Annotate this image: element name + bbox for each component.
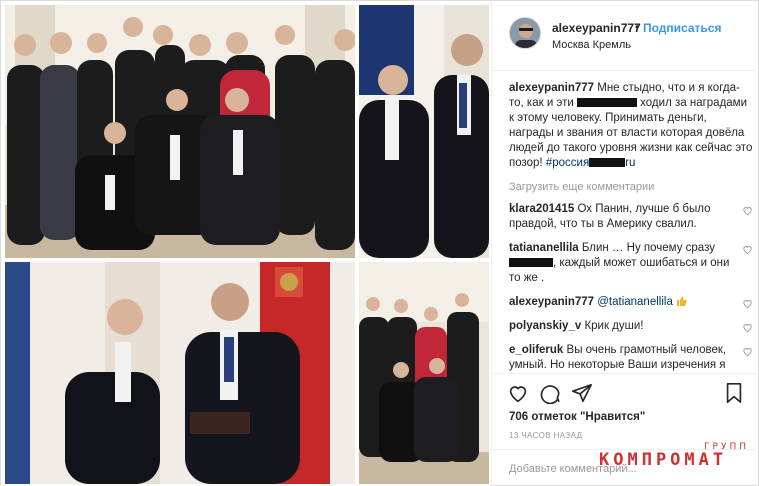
comment-icon[interactable] (539, 382, 561, 404)
thumbs-up-icon (677, 296, 687, 306)
group-photo (5, 5, 355, 258)
likes-count[interactable]: 706 отметок "Нравится" (509, 411, 645, 423)
heart-icon[interactable] (742, 244, 753, 255)
post-actions-bar (492, 373, 759, 409)
load-more-comments-button[interactable]: Загрузить еще комментарии (509, 181, 753, 193)
post-caption: alexeypanin777 Мне стыдно, что и я когда… (509, 81, 753, 171)
comment-username[interactable]: e_oliferuk (509, 344, 563, 356)
comment-text: Блин … Ну почему сразу (581, 242, 715, 254)
comment-username[interactable]: polyanskiy_v (509, 320, 581, 332)
comment-text: Крик души! (584, 320, 644, 332)
post-photo-collage[interactable] (1, 1, 490, 486)
heart-icon[interactable] (507, 382, 529, 404)
comment-mention[interactable]: @tatiananellila (597, 296, 673, 308)
post-side-panel: alexeypanin777 • Подписаться Москва Крем… (491, 1, 759, 486)
caption-hashtag-tail[interactable]: ru (625, 157, 635, 169)
comment-item: tatiananellila Блин … Ну почему сразу , … (509, 241, 753, 286)
award-photo (5, 262, 355, 484)
redaction-bar (589, 158, 626, 167)
comment-username[interactable]: alexeypanin777 (509, 296, 594, 308)
post-header: alexeypanin777 • Подписаться Москва Крем… (492, 1, 759, 71)
heart-icon[interactable] (742, 298, 753, 309)
comments-list[interactable]: alexeypanin777 Мне стыдно, что и я когда… (509, 81, 753, 373)
comment-item: alexeypanin777 @tatiananellila (509, 295, 753, 310)
heart-icon[interactable] (742, 346, 753, 357)
comment-item: klara201415 Ох Панин, лучше б было правд… (509, 202, 753, 232)
kompromat-watermark: ГРУПП КОМПРОМАТ (599, 442, 755, 470)
follow-button[interactable]: Подписаться (643, 21, 721, 35)
award-photo-crop (359, 5, 489, 258)
comment-item: e_oliferuk Вы очень грамотный человек, у… (509, 343, 753, 373)
avatar[interactable] (509, 17, 541, 49)
comment-username[interactable]: tatiananellila (509, 242, 579, 254)
post-author-username[interactable]: alexeypanin777 (552, 21, 641, 35)
share-icon[interactable] (571, 382, 593, 404)
comment-username[interactable]: klara201415 (509, 203, 574, 215)
separator-dot: • (635, 20, 640, 34)
watermark-main-text: КОМПРОМАТ (599, 450, 728, 470)
instagram-post: alexeypanin777 • Подписаться Москва Крем… (0, 0, 759, 486)
post-timestamp: 13 ЧАСОВ НАЗАД (509, 431, 583, 440)
bookmark-icon[interactable] (723, 382, 745, 404)
caption-hashtag[interactable]: #россия (546, 157, 589, 169)
redaction-bar (509, 258, 553, 267)
heart-icon[interactable] (742, 322, 753, 333)
post-location[interactable]: Москва Кремль (552, 39, 631, 51)
redaction-bar (576, 98, 637, 107)
heart-icon[interactable] (742, 205, 753, 216)
group-photo-crop (359, 262, 489, 484)
comment-item: polyanskiy_v Крик души! (509, 319, 753, 334)
caption-username[interactable]: alexeypanin777 (509, 82, 594, 94)
